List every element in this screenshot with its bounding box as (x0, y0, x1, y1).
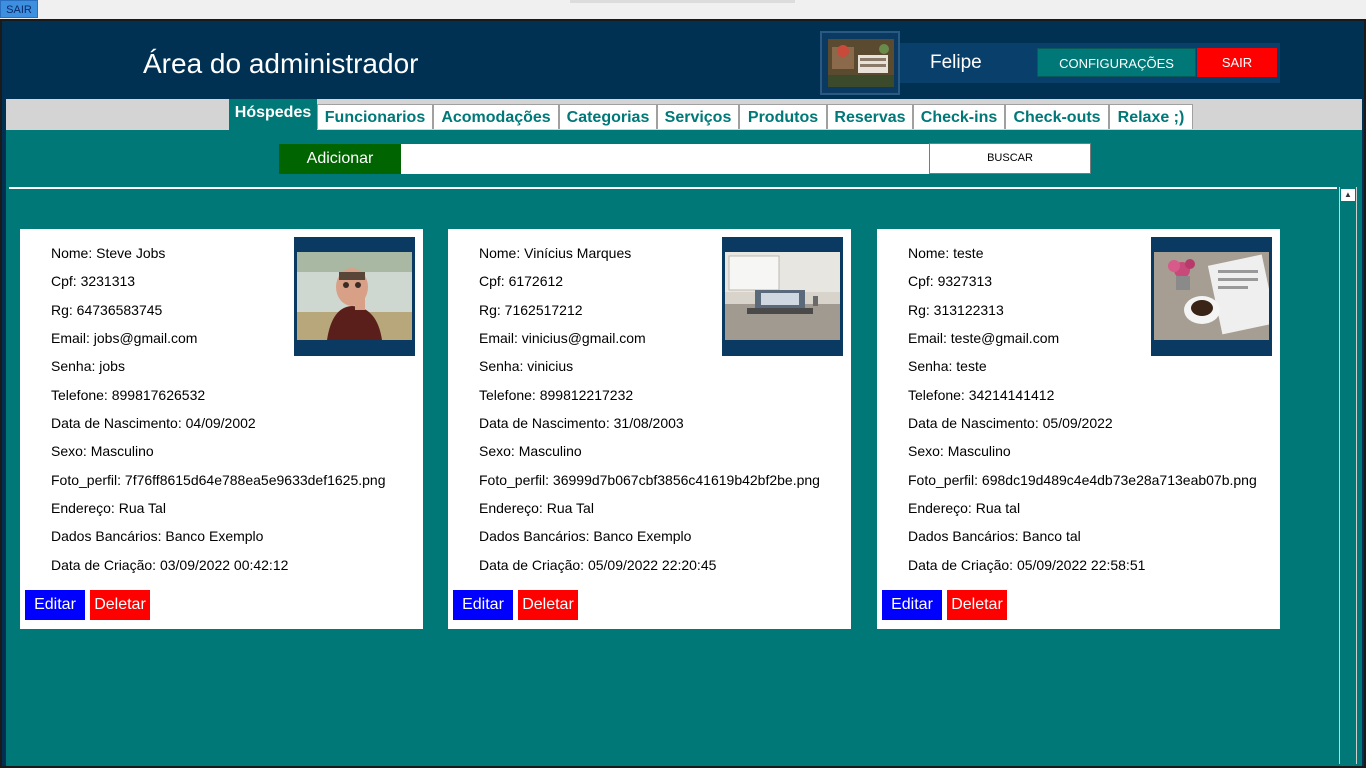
tab-servicos[interactable]: Serviços (657, 104, 739, 129)
page-title: Área do administrador (143, 48, 419, 79)
tab-categorias[interactable]: Categorias (559, 104, 657, 129)
guest-address: Endereço: Rua Tal (479, 500, 594, 516)
guest-cpf: Cpf: 3231313 (51, 273, 136, 289)
avatar-image (828, 39, 894, 87)
top-sair-button[interactable]: SAIR (0, 0, 38, 18)
guest-sex: Sexo: Masculino (908, 443, 1011, 459)
guest-created: Data de Criação: 05/09/2022 22:20:45 (479, 557, 717, 573)
user-box: Felipe CONFIGURAÇÕES SAIR (900, 43, 1280, 83)
guest-phone: Telefone: 899817626532 (51, 387, 206, 403)
tab-relaxe[interactable]: Relaxe ;) (1109, 104, 1193, 129)
top-shadow (570, 0, 795, 3)
delete-button[interactable]: Deletar (518, 590, 578, 620)
guest-rg: Rg: 313122313 (908, 302, 1004, 318)
tab-reservas[interactable]: Reservas (827, 104, 913, 129)
guest-name: Nome: teste (908, 245, 984, 261)
guest-created: Data de Criação: 05/09/2022 22:58:51 (908, 557, 1146, 573)
user-avatar (820, 31, 900, 95)
tab-check-outs[interactable]: Check-outs (1005, 104, 1109, 129)
guest-photo-file: Foto_perfil: 7f76ff8615d64e788ea5e9633de… (51, 472, 386, 488)
toolbar-divider (9, 187, 1337, 189)
guest-bank: Dados Bancários: Banco Exemplo (51, 528, 264, 544)
guest-email: Email: jobs@gmail.com (51, 330, 198, 346)
guest-password: Senha: teste (908, 358, 987, 374)
guest-photo (294, 237, 415, 356)
guest-bank: Dados Bancários: Banco Exemplo (479, 528, 692, 544)
guest-rg: Rg: 7162517212 (479, 302, 583, 318)
guest-rg: Rg: 64736583745 (51, 302, 163, 318)
tab-check-ins[interactable]: Check-ins (913, 104, 1005, 129)
guest-bank: Dados Bancários: Banco tal (908, 528, 1081, 544)
edit-button[interactable]: Editar (882, 590, 942, 620)
guest-address: Endereço: Rua Tal (51, 500, 166, 516)
guest-sex: Sexo: Masculino (51, 443, 154, 459)
delete-button[interactable]: Deletar (90, 590, 150, 620)
guest-email: Email: vinicius@gmail.com (479, 330, 646, 346)
guest-name: Nome: Vinícius Marques (479, 245, 632, 261)
guest-photo (722, 237, 843, 356)
tab-funcionarios[interactable]: Funcionarios (317, 104, 433, 129)
settings-button[interactable]: CONFIGURAÇÕES (1037, 48, 1196, 77)
scroll-up-arrow-icon[interactable]: ▲ (1341, 189, 1355, 201)
guest-cpf: Cpf: 6172612 (479, 273, 564, 289)
guest-photo-file: Foto_perfil: 36999d7b067cbf3856c41619b42… (479, 472, 820, 488)
guest-sex: Sexo: Masculino (479, 443, 582, 459)
guest-cpf: Cpf: 9327313 (908, 273, 993, 289)
guest-address: Endereço: Rua tal (908, 500, 1021, 516)
guest-card: Nome: Steve Jobs Cpf: 3231313 Rg: 647365… (20, 229, 423, 629)
admin-window: Área do administrador Felipe CONFIGURAÇÕ… (0, 19, 1366, 768)
edit-button[interactable]: Editar (25, 590, 85, 620)
guest-created: Data de Criação: 03/09/2022 00:42:12 (51, 557, 289, 573)
delete-button[interactable]: Deletar (947, 590, 1007, 620)
top-bar: SAIR (0, 0, 1366, 19)
edit-button[interactable]: Editar (453, 590, 513, 620)
guest-birthdate: Data de Nascimento: 05/09/2022 (908, 415, 1113, 431)
search-button[interactable]: BUSCAR (929, 143, 1091, 174)
tab-produtos[interactable]: Produtos (739, 104, 827, 129)
guest-phone: Telefone: 899812217232 (479, 387, 634, 403)
guest-name: Nome: Steve Jobs (51, 245, 166, 261)
guest-email: Email: teste@gmail.com (908, 330, 1060, 346)
tab-hospedes[interactable]: Hóspedes (229, 99, 317, 130)
logout-button[interactable]: SAIR (1197, 48, 1277, 77)
guest-photo (1151, 237, 1272, 356)
guest-card: Nome: Vinícius Marques Cpf: 6172612 Rg: … (448, 229, 851, 629)
guest-card: Nome: teste Cpf: 9327313 Rg: 313122313 E… (877, 229, 1280, 629)
guest-password: Senha: jobs (51, 358, 125, 374)
user-name: Felipe (930, 52, 982, 73)
guest-birthdate: Data de Nascimento: 31/08/2003 (479, 415, 684, 431)
guest-birthdate: Data de Nascimento: 04/09/2002 (51, 415, 256, 431)
guest-phone: Telefone: 34214141412 (908, 387, 1055, 403)
search-input[interactable] (401, 144, 929, 174)
guest-photo-file: Foto_perfil: 698dc19d489c4e4db73e28a713e… (908, 472, 1257, 488)
tab-acomodacoes[interactable]: Acomodações (433, 104, 559, 129)
guest-password: Senha: vinicius (479, 358, 574, 374)
vertical-scrollbar[interactable]: ▲ (1339, 187, 1357, 764)
content-area: Adicionar BUSCAR ▲ Nome: Steve Jobs Cpf:… (6, 130, 1362, 766)
tab-bar: Hóspedes Funcionarios Acomodações Catego… (6, 99, 1362, 130)
add-button[interactable]: Adicionar (279, 144, 401, 174)
